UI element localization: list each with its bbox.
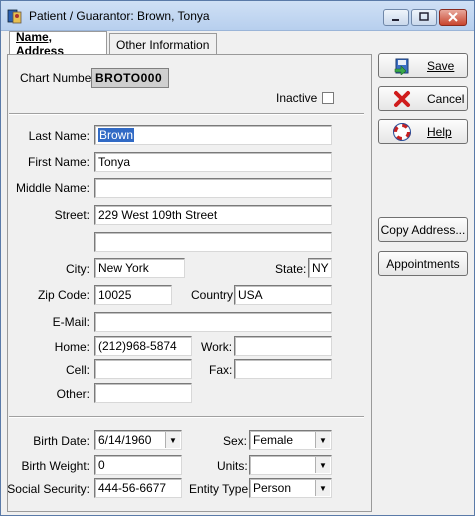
chart-number-value: BROTO000	[91, 68, 169, 88]
entity-type-select[interactable]: Person ▼	[249, 478, 332, 498]
inactive-checkbox[interactable]	[322, 92, 334, 104]
copy-address-button-label: Copy Address...	[380, 222, 466, 237]
sex-select[interactable]: Female ▼	[249, 430, 332, 450]
save-button[interactable]: Save	[378, 53, 468, 78]
help-button-label: Help	[427, 124, 452, 139]
sex-value: Female	[253, 433, 294, 447]
appointments-button[interactable]: Appointments	[378, 251, 468, 276]
other-phone-label: Other:	[56, 387, 90, 401]
street-line2-field[interactable]	[94, 232, 332, 252]
first-name-field[interactable]: Tonya	[94, 152, 332, 172]
other-phone-field[interactable]	[94, 383, 192, 403]
last-name-field[interactable]: Brown	[94, 125, 332, 145]
minimize-button[interactable]	[383, 9, 409, 26]
birth-weight-field[interactable]: 0	[94, 455, 182, 475]
chevron-down-icon[interactable]: ▼	[315, 457, 330, 473]
street-field[interactable]: 229 West 109th Street	[94, 205, 332, 225]
birth-date-label: Birth Date:	[33, 434, 90, 448]
tab-other-information[interactable]: Other Information	[109, 33, 217, 55]
minimize-icon	[391, 11, 401, 25]
units-select[interactable]: ▼	[249, 455, 332, 475]
city-label: City:	[66, 262, 90, 276]
middle-name-label: Middle Name:	[15, 181, 90, 195]
tab-name-address[interactable]: Name, Address	[9, 30, 107, 58]
state-field[interactable]: NY	[308, 258, 332, 278]
app-icon	[7, 8, 23, 24]
middle-name-field[interactable]	[94, 178, 332, 198]
first-name-label: First Name:	[27, 155, 90, 169]
window-title: Patient / Guarantor: Brown, Tonya	[29, 9, 210, 23]
tab-other-information-label: Other Information	[116, 37, 210, 52]
separator	[9, 113, 364, 115]
entity-type-label: Entity Type:	[189, 482, 252, 496]
home-phone-field[interactable]: (212)968-5874	[94, 336, 192, 356]
work-phone-field[interactable]	[234, 336, 332, 356]
cancel-button-label: Cancel	[427, 91, 465, 106]
last-name-value: Brown	[98, 128, 135, 142]
patient-guarantor-window: Patient / Guarantor: Brown, Tonya Name, …	[0, 0, 475, 516]
save-button-label: Save	[427, 58, 455, 73]
close-icon	[448, 11, 458, 25]
cell-phone-label: Cell:	[65, 363, 90, 377]
social-security-field[interactable]: 444-56-6677	[94, 478, 182, 498]
close-button[interactable]	[439, 9, 467, 26]
last-name-label: Last Name:	[28, 129, 90, 143]
state-label: State:	[275, 262, 307, 276]
cancel-button[interactable]: Cancel	[378, 86, 468, 111]
zip-code-label: Zip Code:	[37, 288, 90, 302]
appointments-button-label: Appointments	[386, 256, 460, 271]
fax-field[interactable]	[234, 359, 332, 379]
country-label: Country:	[191, 288, 237, 302]
city-field[interactable]: New York	[94, 258, 185, 278]
country-field[interactable]: USA	[234, 285, 332, 305]
email-label: E-Mail:	[52, 315, 90, 329]
social-security-label: Social Security:	[7, 482, 90, 496]
entity-type-value: Person	[253, 481, 292, 495]
cancel-x-icon	[393, 90, 411, 108]
sex-label: Sex:	[223, 434, 248, 448]
street-label: Street:	[54, 208, 90, 222]
help-button[interactable]: Help	[378, 119, 468, 144]
separator	[9, 416, 364, 418]
cell-phone-field[interactable]	[94, 359, 192, 379]
birth-weight-label: Birth Weight:	[21, 459, 90, 473]
chevron-down-icon[interactable]: ▼	[315, 480, 330, 496]
inactive-label: Inactive	[276, 91, 318, 105]
chevron-down-icon[interactable]: ▼	[315, 432, 330, 448]
birth-date-combo[interactable]: 6/14/1960 ▼	[94, 430, 182, 450]
home-phone-label: Home:	[54, 340, 90, 354]
help-lifebuoy-icon	[393, 123, 411, 141]
chart-number-label: Chart Number:	[20, 71, 99, 85]
save-icon	[393, 57, 411, 76]
title-bar[interactable]: Patient / Guarantor: Brown, Tonya	[1, 1, 474, 31]
work-phone-label: Work:	[201, 340, 233, 354]
units-label: Units:	[217, 459, 248, 473]
zip-code-field[interactable]: 10025	[94, 285, 172, 305]
maximize-icon	[419, 11, 429, 25]
maximize-button[interactable]	[411, 9, 437, 26]
copy-address-button[interactable]: Copy Address...	[378, 217, 468, 242]
email-field[interactable]	[94, 312, 332, 332]
birth-date-value: 6/14/1960	[98, 433, 152, 447]
fax-label: Fax:	[209, 363, 233, 377]
chevron-down-icon[interactable]: ▼	[165, 432, 180, 448]
